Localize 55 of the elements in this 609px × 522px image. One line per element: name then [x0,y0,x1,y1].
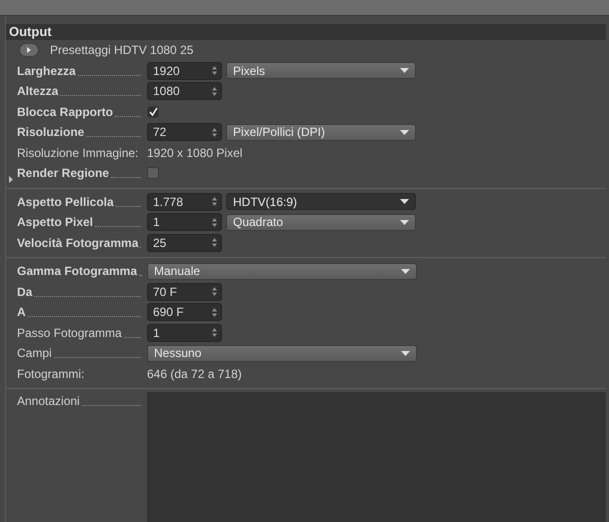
caret-icon [400,199,409,204]
caret-icon [400,220,409,225]
notes-label: Annotazioni [17,393,80,410]
field-label: Campi [17,345,52,362]
field-label: Render Regione [17,165,110,182]
number-field[interactable]: 70 F [147,282,222,301]
checkbox[interactable] [147,106,159,118]
preset-label: Presettaggi HDTV 1080 25 [50,42,194,60]
stepper-icon[interactable] [212,128,217,137]
field-label: Altezza [17,83,58,100]
field-label: Aspetto Pellicola [17,194,114,211]
field-label: Da [17,284,32,301]
field-label: Larghezza [17,62,76,80]
play-icon [27,47,31,54]
number-field[interactable]: 690 F [147,303,222,322]
stepper-icon[interactable] [212,66,217,76]
dropdown[interactable]: Pixels [226,62,416,80]
number-field[interactable]: 72 [147,123,222,142]
field-label: Fotogrammi: [17,366,84,383]
check-icon [148,107,158,116]
field-label: A [17,304,26,322]
field-label: Aspetto Pixel [17,214,94,232]
number-field[interactable]: 25 [147,234,222,252]
field-label: Blocca Rapporto [17,104,114,121]
caret-icon [401,350,410,356]
stepper-icon[interactable] [212,218,217,227]
panel-title: Output [6,24,606,40]
number-field[interactable]: 1 [147,324,222,342]
stepper-icon[interactable] [212,308,217,317]
field-label: Passo Fotogramma [17,324,122,342]
dropdown[interactable]: Nessuno [147,344,417,362]
info-value: 646 (da 72 a 718) [147,366,242,383]
checkbox[interactable] [147,167,159,180]
stepper-icon[interactable] [212,238,217,248]
field-label: Risoluzione Immagine: [17,144,138,162]
number-field[interactable]: 1 [147,213,222,232]
dropdown[interactable]: Pixel/Pollici (DPI) [226,124,416,141]
preset-button[interactable] [19,43,39,58]
field-label: Velocità Fotogramma [17,234,138,252]
info-value: 1920 x 1080 Pixel [147,144,242,162]
field-label: Gamma Fotogramma [17,263,138,280]
dropdown[interactable]: HDTV(16:9) [226,193,416,210]
stepper-icon[interactable] [212,197,217,206]
dropdown[interactable]: Quadrato [226,214,416,231]
caret-icon [400,68,409,74]
caret-icon [400,130,409,135]
stepper-icon[interactable] [212,287,217,296]
number-field[interactable]: 1080 [147,82,222,100]
number-field[interactable]: 1920 [147,62,222,80]
stepper-icon[interactable] [212,328,217,338]
stepper-icon[interactable] [212,86,217,96]
field-label: Risoluzione [17,124,84,142]
number-field[interactable]: 1.778 [147,192,222,211]
dropdown[interactable]: Manuale [147,262,417,280]
caret-icon [401,268,410,274]
